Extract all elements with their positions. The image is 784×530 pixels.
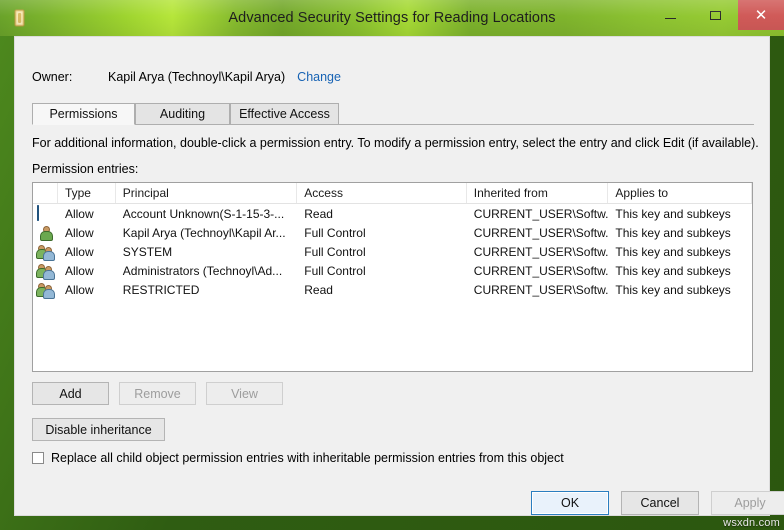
row-principal: Kapil Arya (Technoyl\Kapil Ar... (116, 223, 297, 242)
row-inherited-from: CURRENT_USER\Softw... (467, 261, 609, 280)
tab-permissions-label: Permissions (49, 107, 117, 121)
minimize-button[interactable] (648, 0, 693, 30)
row-type: Allow (58, 280, 116, 299)
disable-inheritance-button[interactable]: Disable inheritance (32, 418, 165, 441)
grid-body: Allow Account Unknown(S-1-15-3-... Read … (33, 204, 752, 299)
permission-entries-label: Permission entries: (32, 162, 138, 176)
tab-auditing[interactable]: Auditing (135, 103, 230, 125)
monitor-icon (37, 206, 53, 222)
user-icon (37, 225, 53, 241)
tab-effective-access-label: Effective Access (239, 107, 330, 121)
row-access: Full Control (297, 261, 467, 280)
row-principal: Administrators (Technoyl\Ad... (116, 261, 297, 280)
add-button[interactable]: Add (32, 382, 109, 405)
owner-row: Owner:Kapil Arya (Technoyl\Kapil Arya) Ch… (32, 70, 341, 84)
table-row[interactable]: Allow Account Unknown(S-1-15-3-... Read … (33, 204, 752, 223)
window-controls: ✕ (648, 0, 784, 30)
maximize-icon (710, 11, 721, 20)
replace-child-permissions-label: Replace all child object permission entr… (51, 451, 564, 465)
dialog-client-area: Owner:Kapil Arya (Technoyl\Kapil Arya) Ch… (14, 36, 770, 516)
owner-value: Kapil Arya (Technoyl\Kapil Arya) (108, 70, 285, 84)
row-icon-cell (33, 223, 58, 242)
row-type: Allow (58, 223, 116, 242)
row-icon-cell (33, 261, 58, 280)
row-inherited-from: CURRENT_USER\Softw... (467, 223, 609, 242)
row-access: Read (297, 204, 467, 223)
close-button[interactable]: ✕ (738, 0, 784, 30)
grid-header-icon (33, 183, 58, 203)
cancel-button[interactable]: Cancel (621, 491, 699, 515)
grid-header-applies-to[interactable]: Applies to (608, 183, 752, 203)
row-applies-to: This key and subkeys (608, 261, 752, 280)
minimize-icon (665, 18, 676, 19)
table-row[interactable]: Allow Kapil Arya (Technoyl\Kapil Ar... F… (33, 223, 752, 242)
remove-button[interactable]: Remove (119, 382, 196, 405)
row-access: Full Control (297, 242, 467, 261)
row-applies-to: This key and subkeys (608, 280, 752, 299)
owner-label: Owner: (32, 70, 108, 84)
info-text: For additional information, double-click… (32, 136, 759, 150)
group-icon (37, 263, 53, 279)
watermark: wsxdn.com (723, 517, 780, 529)
row-icon-cell (33, 242, 58, 261)
table-row[interactable]: Allow SYSTEM Full Control CURRENT_USER\S… (33, 242, 752, 261)
grid-header-principal[interactable]: Principal (116, 183, 297, 203)
change-owner-link[interactable]: Change (297, 70, 341, 84)
row-icon-cell (33, 204, 58, 223)
tab-effective-access[interactable]: Effective Access (230, 103, 339, 125)
table-row[interactable]: Allow Administrators (Technoyl\Ad... Ful… (33, 261, 752, 280)
row-principal: Account Unknown(S-1-15-3-... (116, 204, 297, 223)
title-bar[interactable]: Advanced Security Settings for Reading L… (0, 0, 784, 36)
row-principal: SYSTEM (116, 242, 297, 261)
tab-auditing-label: Auditing (160, 107, 205, 121)
dialog-footer: OK Cancel Apply (15, 491, 771, 517)
group-icon (37, 282, 53, 298)
grid-header-access[interactable]: Access (297, 183, 467, 203)
row-type: Allow (58, 261, 116, 280)
row-inherited-from: CURRENT_USER\Softw... (467, 204, 609, 223)
row-access: Read (297, 280, 467, 299)
apply-button[interactable]: Apply (711, 491, 784, 515)
grid-header-row: Type Principal Access Inherited from App… (33, 183, 752, 204)
ok-button[interactable]: OK (531, 491, 609, 515)
row-access: Full Control (297, 223, 467, 242)
view-button[interactable]: View (206, 382, 283, 405)
row-icon-cell (33, 280, 58, 299)
tab-permissions[interactable]: Permissions (32, 103, 135, 125)
replace-child-permissions-row[interactable]: Replace all child object permission entr… (32, 451, 564, 465)
row-applies-to: This key and subkeys (608, 242, 752, 261)
row-type: Allow (58, 242, 116, 261)
row-inherited-from: CURRENT_USER\Softw... (467, 280, 609, 299)
maximize-button[interactable] (693, 0, 738, 30)
permission-entries-grid[interactable]: Type Principal Access Inherited from App… (32, 182, 753, 372)
group-icon (37, 244, 53, 260)
row-applies-to: This key and subkeys (608, 204, 752, 223)
replace-child-permissions-checkbox[interactable] (32, 452, 44, 464)
row-type: Allow (58, 204, 116, 223)
permissions-panel: For additional information, double-click… (32, 124, 754, 494)
tab-strip: Permissions Auditing Effective Access (32, 103, 754, 125)
grid-header-inherited-from[interactable]: Inherited from (467, 183, 609, 203)
close-icon: ✕ (755, 8, 768, 23)
window-frame: Advanced Security Settings for Reading L… (0, 0, 784, 530)
row-applies-to: This key and subkeys (608, 223, 752, 242)
table-row[interactable]: Allow RESTRICTED Read CURRENT_USER\Softw… (33, 280, 752, 299)
row-principal: RESTRICTED (116, 280, 297, 299)
row-inherited-from: CURRENT_USER\Softw... (467, 242, 609, 261)
grid-header-type[interactable]: Type (58, 183, 116, 203)
